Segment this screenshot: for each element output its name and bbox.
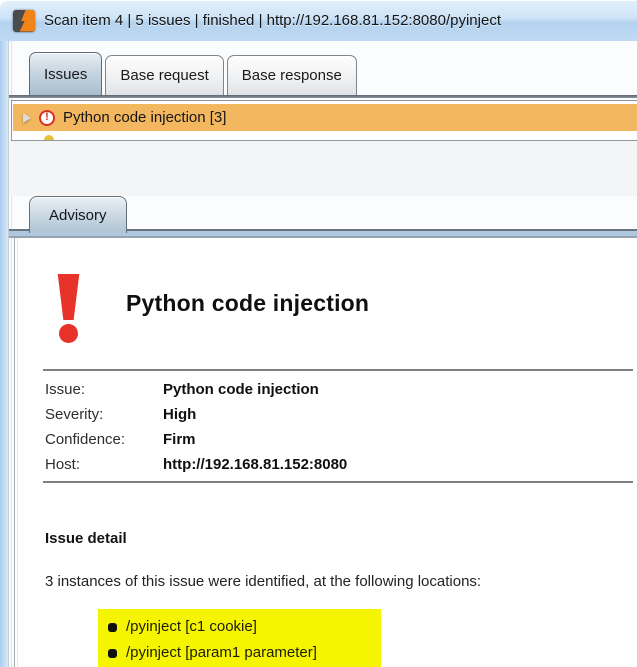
issue-tree-row[interactable]: ! Python code injection [3] <box>13 104 637 131</box>
window-content: Issues Base request Base response ! Pyth… <box>8 41 637 667</box>
exclamation-bar <box>55 274 82 320</box>
list-item: /pyinject [c1 cookie] <box>108 614 381 640</box>
issues-tree-panel: ! Python code injection [3] <box>11 100 637 141</box>
field-value-severity: High <box>163 402 605 427</box>
field-label-host: Host: <box>45 452 163 477</box>
scan-item-window: Scan item 4 | 5 issues | finished | http… <box>0 0 637 667</box>
window-title: Scan item 4 | 5 issues | finished | http… <box>44 12 501 29</box>
lightning-bolt-icon <box>13 10 35 32</box>
issue-summary-table: Issue: Python code injection Severity: H… <box>45 377 605 477</box>
highlighted-locations-list: /pyinject [c1 cookie] /pyinject [param1 … <box>98 609 381 667</box>
exclamation-glyph: ! <box>45 112 49 123</box>
high-severity-issue-icon: ! <box>39 110 55 126</box>
tab-base-request[interactable]: Base request <box>105 55 223 95</box>
advisory-title: Python code injection <box>126 290 369 317</box>
burp-suite-icon <box>13 10 35 32</box>
field-label-issue: Issue: <box>45 377 163 402</box>
field-value-issue: Python code injection <box>163 377 605 402</box>
expand-arrow-icon[interactable] <box>23 113 31 123</box>
advisory-panel: Python code injection Issue: Python code… <box>14 238 637 667</box>
panel-gap <box>9 141 637 196</box>
list-item: /pyinject [param1 parameter] <box>108 640 381 666</box>
issue-row-label: Python code injection [3] <box>63 109 226 126</box>
bullet-icon <box>108 649 117 658</box>
clipped-issue-icon <box>44 135 54 140</box>
alert-exclamation-icon <box>55 274 83 343</box>
main-tab-strip: Issues Base request Base response <box>29 49 357 95</box>
tab-pane-divider <box>9 95 637 98</box>
field-label-severity: Severity: <box>45 402 163 427</box>
title-bar[interactable]: Scan item 4 | 5 issues | finished | http… <box>0 0 637 41</box>
field-value-host: http://192.168.81.152:8080 <box>163 452 605 477</box>
panel-edge-line <box>17 238 18 667</box>
tab-base-response[interactable]: Base response <box>227 55 357 95</box>
divider-line <box>43 481 633 483</box>
divider-line <box>43 369 633 371</box>
issue-detail-text: 3 instances of this issue were identifie… <box>45 573 481 590</box>
field-value-confidence: Firm <box>163 427 605 452</box>
tab-issues[interactable]: Issues <box>29 52 102 95</box>
issue-detail-heading: Issue detail <box>45 530 127 547</box>
location-text: /pyinject [c1 cookie] <box>126 614 257 640</box>
field-label-confidence: Confidence: <box>45 427 163 452</box>
window-left-border <box>0 41 8 667</box>
partially-visible-row <box>13 132 637 140</box>
tab-advisory[interactable]: Advisory <box>29 196 127 233</box>
location-text: /pyinject [param1 parameter] <box>126 640 317 666</box>
bullet-icon <box>108 623 117 632</box>
exclamation-dot <box>59 324 78 343</box>
